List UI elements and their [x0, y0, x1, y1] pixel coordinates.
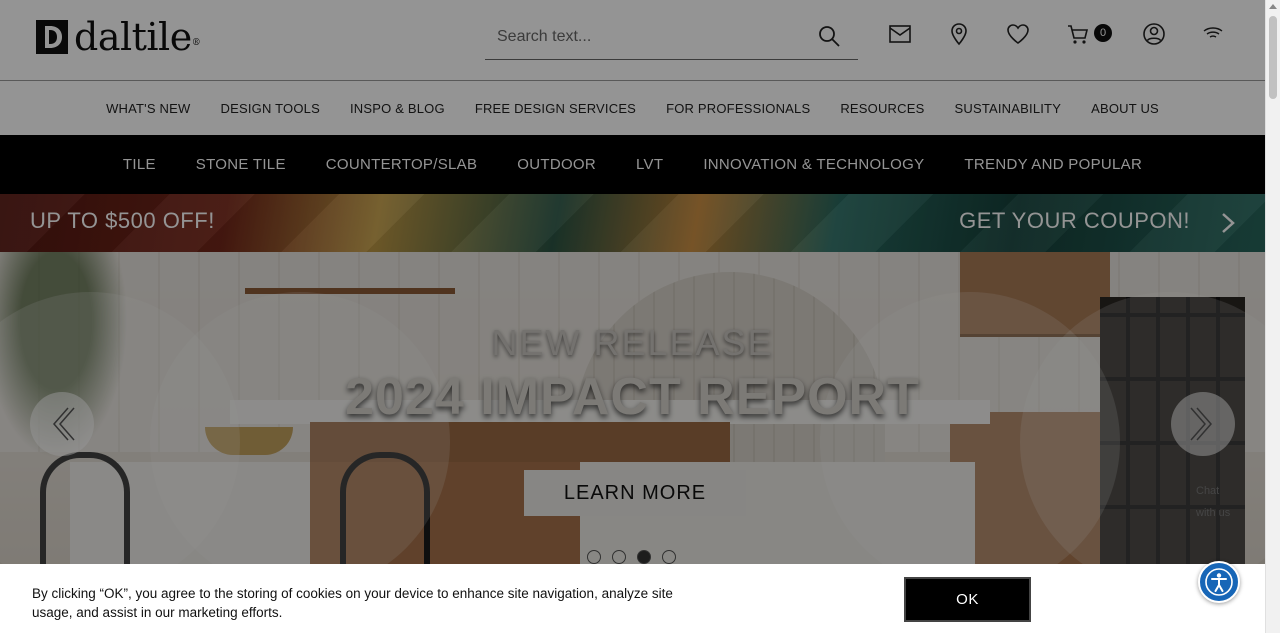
site-header: daltile® 0 [0, 0, 1265, 81]
nav-free-design-services[interactable]: FREE DESIGN SERVICES [460, 101, 651, 116]
carousel-prev-button[interactable] [30, 392, 94, 456]
daltile-logo[interactable]: daltile® [36, 15, 201, 59]
search-icon[interactable] [818, 25, 840, 47]
nav-inspo-blog[interactable]: INSPO & BLOG [335, 101, 460, 116]
primary-nav: WHAT'S NEW DESIGN TOOLS INSPO & BLOG FRE… [0, 82, 1265, 135]
learn-more-button[interactable]: LEARN MORE [524, 470, 746, 516]
category-lvt[interactable]: LVT [616, 156, 683, 173]
search-input[interactable] [485, 20, 805, 54]
accessibility-button[interactable] [1198, 561, 1240, 603]
category-trendy-popular[interactable]: TRENDY AND POPULAR [944, 156, 1162, 173]
mail-icon[interactable] [888, 22, 912, 46]
cookie-ok-button[interactable]: OK [903, 576, 1032, 623]
search-bar [485, 16, 858, 60]
category-tile[interactable]: TILE [103, 156, 176, 173]
category-innovation-technology[interactable]: INNOVATION & TECHNOLOGY [683, 156, 944, 173]
location-pin-icon[interactable] [947, 22, 971, 46]
cart-icon[interactable] [1066, 22, 1090, 46]
cookie-banner: By clicking “OK”, you agree to the stori… [0, 564, 1265, 633]
hero-kicker: NEW RELEASE [491, 322, 774, 363]
carousel-dot-2[interactable] [612, 550, 626, 564]
nav-about-us[interactable]: ABOUT US [1076, 101, 1174, 116]
heart-icon[interactable] [1006, 22, 1030, 46]
cookie-consent-text: By clicking “OK”, you agree to the stori… [32, 586, 673, 620]
nav-whats-new[interactable]: WHAT'S NEW [91, 101, 205, 116]
carousel-dot-1[interactable] [587, 550, 601, 564]
carousel-next-button[interactable] [1171, 392, 1235, 456]
scroll-up-arrow-icon[interactable] [1269, 4, 1277, 9]
user-account-icon[interactable] [1142, 22, 1166, 46]
cart-count-badge: 0 [1094, 24, 1112, 42]
chevron-right-icon [1190, 407, 1212, 441]
page-scrollbar[interactable] [1265, 0, 1280, 633]
nav-resources[interactable]: RESOURCES [825, 101, 939, 116]
promo-banner[interactable]: UP TO $500 OFF! GET YOUR COUPON! [0, 194, 1265, 252]
promo-offer-text: UP TO $500 OFF! [30, 208, 215, 233]
category-outdoor[interactable]: OUTDOOR [497, 156, 616, 173]
logo-mark-icon [36, 20, 68, 54]
promo-coupon-link[interactable]: GET YOUR COUPON! [959, 208, 1190, 234]
chat-widget-image[interactable]: Chat with us [1196, 480, 1236, 550]
scrollbar-thumb[interactable] [1269, 16, 1277, 99]
logo-wordmark: daltile® [74, 15, 201, 59]
carousel-dot-4[interactable] [662, 550, 676, 564]
nav-sustainability[interactable]: SUSTAINABILITY [939, 101, 1076, 116]
carousel-dot-3[interactable] [637, 550, 651, 564]
nav-design-tools[interactable]: DESIGN TOOLS [205, 101, 334, 116]
wifi-icon[interactable] [1201, 22, 1225, 46]
category-nav: TILE STONE TILE COUNTERTOP/SLAB OUTDOOR … [0, 135, 1265, 194]
accessibility-icon [1205, 568, 1233, 596]
nav-for-professionals[interactable]: FOR PROFESSIONALS [651, 101, 825, 116]
chevron-right-icon[interactable] [1219, 211, 1237, 235]
hero-title: 2024 IMPACT REPORT [345, 368, 920, 426]
category-stone-tile[interactable]: STONE TILE [176, 156, 306, 173]
chevron-left-icon [53, 407, 75, 441]
carousel-dots [587, 550, 676, 564]
category-countertop-slab[interactable]: COUNTERTOP/SLAB [306, 156, 497, 173]
